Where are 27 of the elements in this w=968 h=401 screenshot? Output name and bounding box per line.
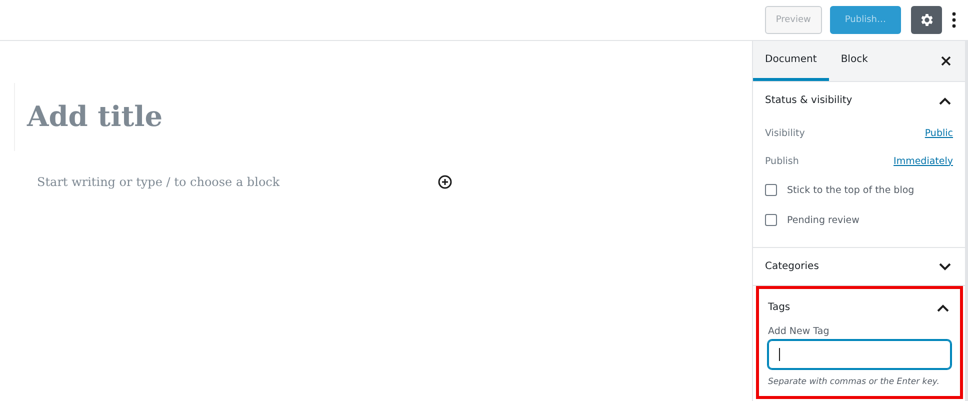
sidebar-tab[interactable]: Block <box>828 41 880 81</box>
settings-button[interactable] <box>911 6 942 34</box>
gear-icon <box>918 12 934 28</box>
panel-title[interactable]: Tags <box>768 302 790 313</box>
close-icon[interactable] <box>941 56 951 66</box>
chevron-icon[interactable] <box>937 304 949 312</box>
checkbox-label: Pending review <box>787 214 860 226</box>
chevron-icon[interactable] <box>939 262 951 270</box>
setting-label: Visibility <box>765 128 805 138</box>
panel-title[interactable]: Status & visibility <box>765 95 852 106</box>
paragraph-block-placeholder[interactable]: Start writing or type / to choose a block <box>37 175 280 189</box>
help-text: Separate with commas or the Enter key. <box>768 377 940 387</box>
setting-link[interactable]: Public <box>924 128 953 138</box>
add-block-icon[interactable] <box>438 175 452 189</box>
setting-link[interactable]: Immediately <box>894 156 953 166</box>
checkbox-label: Stick to the top of the blog <box>787 184 914 196</box>
field-label: Add New Tag <box>768 326 830 337</box>
setting-label: Publish <box>765 156 799 166</box>
more-icon <box>952 12 956 28</box>
more-menu-button[interactable] <box>950 10 958 30</box>
tag-input-field[interactable] <box>768 340 951 369</box>
sidebar-tab[interactable]: Document <box>753 41 829 81</box>
checkbox[interactable] <box>765 184 777 196</box>
panel-title[interactable]: Categories <box>765 261 819 272</box>
checkbox[interactable] <box>765 214 777 226</box>
chevron-icon[interactable] <box>939 96 951 104</box>
title-field[interactable]: Add title <box>27 97 163 137</box>
